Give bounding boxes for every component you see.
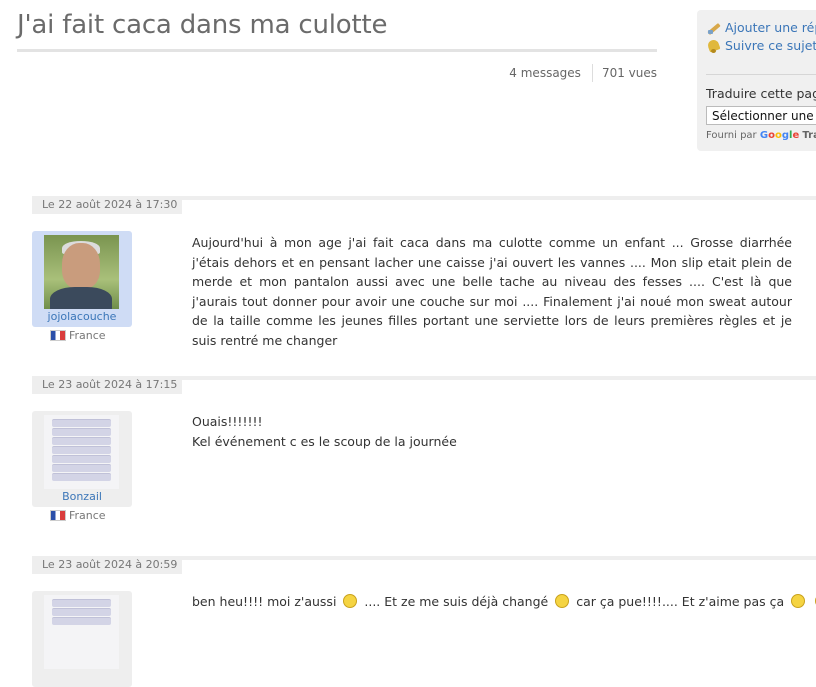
view-count: 701 vues — [601, 66, 657, 80]
author-card[interactable] — [32, 591, 132, 687]
follow-topic-link[interactable]: Suivre ce sujet — [706, 38, 816, 53]
add-reply-link[interactable]: Ajouter une rép — [706, 20, 816, 35]
message-count: 4 messages — [509, 66, 581, 80]
message-line: Ouais!!!!!!! — [192, 414, 263, 429]
title-divider — [17, 49, 657, 52]
topic-stats: 4 messages 701 vues — [509, 64, 657, 82]
france-flag-icon — [50, 510, 66, 521]
author-country: France — [50, 509, 106, 522]
avatar[interactable] — [44, 235, 119, 309]
country-label: France — [69, 509, 106, 522]
translate-word: Tra — [802, 130, 816, 141]
country-label: France — [69, 329, 106, 342]
topic-actions-panel: Ajouter une rép Suivre ce sujet Traduire… — [697, 10, 816, 151]
post-message: Aujourd'hui à mon age j'ai fait caca dan… — [192, 235, 792, 348]
author-card[interactable]: jojolacouche — [32, 231, 132, 327]
message-line: Kel événement c es le scoup de la journé… — [192, 433, 457, 449]
smiley-icon — [555, 594, 570, 608]
post-message: ben heu!!!! moi z'aussi .... Et ze me su… — [192, 592, 816, 612]
message-part: ben heu!!!! moi z'aussi — [192, 594, 337, 609]
translate-label: Traduire cette page — [706, 86, 816, 101]
message-part: car ça pue!!!!.... Et z'aime pas ça — [576, 594, 785, 609]
google-translate-credit: Fourni par Google Tra — [706, 130, 816, 141]
avatar[interactable] — [44, 595, 119, 669]
follow-topic-label: Suivre ce sujet — [725, 38, 816, 53]
panel-divider — [706, 74, 816, 75]
add-reply-label: Ajouter une rép — [725, 20, 816, 35]
google-logo: Google — [759, 130, 800, 141]
author-country: France — [50, 329, 106, 342]
post-date: Le 23 août 2024 à 20:59 — [32, 556, 183, 574]
author-name[interactable]: Bonzail — [32, 490, 132, 503]
post-message: Ouais!!!!!!! Kel événement c es le scoup… — [192, 412, 792, 451]
language-select[interactable]: Sélectionner une — [706, 106, 816, 125]
smiley-icon — [343, 594, 358, 608]
powered-by-text: Fourni par — [706, 130, 757, 141]
author-card[interactable]: Bonzail — [32, 411, 132, 507]
author-name[interactable]: jojolacouche — [32, 310, 132, 323]
france-flag-icon — [50, 330, 66, 341]
pencil-icon — [706, 21, 722, 35]
topic-title: J'ai fait caca dans ma culotte — [17, 10, 388, 40]
message-part: .... Et ze me suis déjà changé — [364, 594, 549, 609]
post-date: Le 22 août 2024 à 17:30 — [32, 196, 183, 214]
post-date: Le 23 août 2024 à 17:15 — [32, 376, 183, 394]
bell-icon — [706, 39, 722, 53]
avatar[interactable] — [44, 415, 119, 489]
stats-separator — [591, 64, 593, 82]
smiley-icon — [791, 594, 806, 608]
